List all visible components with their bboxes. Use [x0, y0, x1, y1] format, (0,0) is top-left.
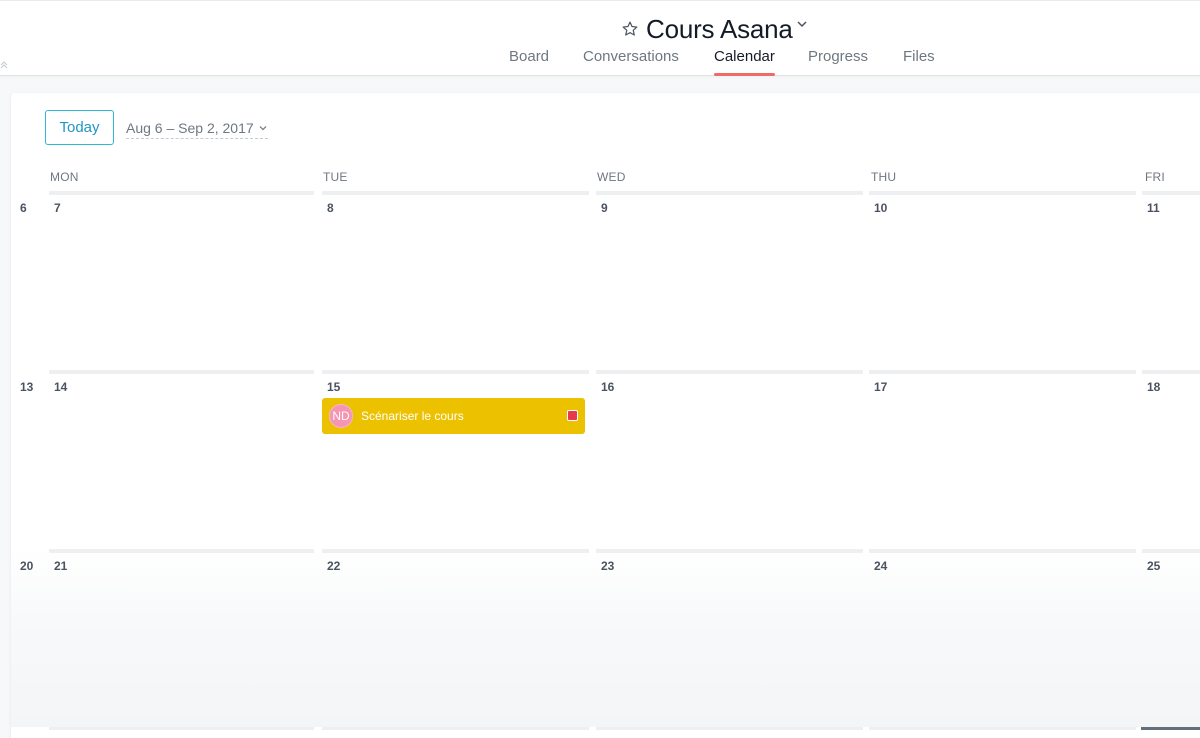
- task-title: Scénariser le cours: [361, 409, 464, 423]
- calendar-day-cell[interactable]: 21: [49, 549, 314, 727]
- project-header: Cours Asana Board Conversations Calendar…: [0, 0, 1200, 76]
- tab-progress[interactable]: Progress: [808, 48, 868, 76]
- day-divider: [322, 549, 589, 553]
- tab-conversations[interactable]: Conversations: [583, 48, 679, 76]
- day-number: 8: [327, 201, 334, 215]
- calendar-week-row: 13 14 15 16 17 18: [11, 370, 1200, 549]
- day-divider: [596, 370, 863, 374]
- day-divider: [869, 549, 1136, 553]
- day-divider: [322, 191, 589, 195]
- calendar-day-cell[interactable]: 25: [1142, 549, 1200, 727]
- week-start-day: 20: [20, 559, 34, 573]
- day-number: 11: [1147, 201, 1160, 215]
- calendar-day-cell[interactable]: 22: [322, 549, 589, 727]
- day-divider: [1142, 370, 1200, 374]
- day-divider: [596, 549, 863, 553]
- weekday-header-mon: MON: [50, 170, 79, 184]
- chevron-down-icon: [258, 123, 268, 133]
- project-title-row: Cours Asana: [621, 12, 810, 46]
- day-number: 24: [874, 559, 888, 573]
- calendar-day-cell[interactable]: 15: [322, 370, 589, 549]
- date-range-picker[interactable]: Aug 6 – Sep 2, 2017: [126, 119, 268, 139]
- calendar-task-card[interactable]: ND Scénariser le cours: [322, 398, 585, 434]
- day-number: 17: [874, 380, 888, 394]
- calendar-day-cell[interactable]: 18: [1142, 370, 1200, 549]
- day-divider: [322, 370, 589, 374]
- header-divider: [0, 0, 1200, 1]
- calendar-day-cell[interactable]: 10: [869, 191, 1136, 370]
- day-number: 7: [54, 201, 61, 215]
- weekday-header-tue: TUE: [323, 170, 348, 184]
- tab-board[interactable]: Board: [509, 48, 549, 76]
- chevron-down-icon[interactable]: [796, 17, 810, 31]
- day-number: 9: [601, 201, 608, 215]
- avatar[interactable]: ND: [329, 404, 353, 428]
- calendar-day-cell[interactable]: 23: [596, 549, 863, 727]
- day-number: 14: [54, 380, 68, 394]
- day-divider: [49, 727, 314, 730]
- day-number: 21: [54, 559, 68, 573]
- tab-files[interactable]: Files: [903, 48, 935, 76]
- calendar-week-row: 20 21 22 23 24 25: [11, 549, 1200, 727]
- day-divider: [49, 370, 314, 374]
- day-divider: [596, 727, 863, 730]
- day-number: 18: [1147, 380, 1161, 394]
- calendar-day-cell[interactable]: 14: [49, 370, 314, 549]
- day-divider: [869, 191, 1136, 195]
- day-divider: [1142, 549, 1200, 553]
- calendar-day-cell[interactable]: 11: [1142, 191, 1200, 370]
- task-tag-marker-icon: [567, 410, 578, 421]
- calendar-panel: Today Aug 6 – Sep 2, 2017 MON TUE WED TH…: [11, 93, 1200, 738]
- day-number: 16: [601, 380, 615, 394]
- date-range-label: Aug 6 – Sep 2, 2017: [126, 119, 254, 136]
- day-divider: [596, 191, 863, 195]
- tab-calendar[interactable]: Calendar: [714, 48, 775, 76]
- day-number: 22: [327, 559, 341, 573]
- star-outline-icon[interactable]: [621, 19, 641, 39]
- weekday-header-thu: THU: [871, 170, 897, 184]
- day-divider: [869, 370, 1136, 374]
- weekday-header-fri: FRI: [1145, 170, 1165, 184]
- horizontal-scrollbar[interactable]: [1141, 727, 1200, 730]
- calendar-day-cell[interactable]: 8: [322, 191, 589, 370]
- project-tabs: Board Conversations Calendar Progress Fi…: [0, 46, 1200, 76]
- calendar-day-cell[interactable]: 7: [49, 191, 314, 370]
- calendar-day-cell[interactable]: 9: [596, 191, 863, 370]
- calendar-day-cell[interactable]: 24: [869, 549, 1136, 727]
- day-divider: [869, 727, 1136, 730]
- week-start-day: 13: [20, 380, 34, 394]
- day-number: 10: [874, 201, 888, 215]
- day-number: 15: [327, 380, 341, 394]
- calendar-day-cell[interactable]: 16: [596, 370, 863, 549]
- day-divider: [49, 191, 314, 195]
- project-title[interactable]: Cours Asana: [646, 14, 793, 45]
- calendar-week-row: 6 7 8 9 10 11: [11, 191, 1200, 370]
- today-button[interactable]: Today: [45, 110, 114, 145]
- weekday-header-wed: WED: [597, 170, 626, 184]
- day-number: 23: [601, 559, 615, 573]
- day-divider: [49, 549, 314, 553]
- calendar-day-cell[interactable]: 17: [869, 370, 1136, 549]
- day-divider: [322, 727, 589, 730]
- day-number: 25: [1147, 559, 1161, 573]
- week-start-day: 6: [20, 201, 27, 215]
- day-divider: [1142, 191, 1200, 195]
